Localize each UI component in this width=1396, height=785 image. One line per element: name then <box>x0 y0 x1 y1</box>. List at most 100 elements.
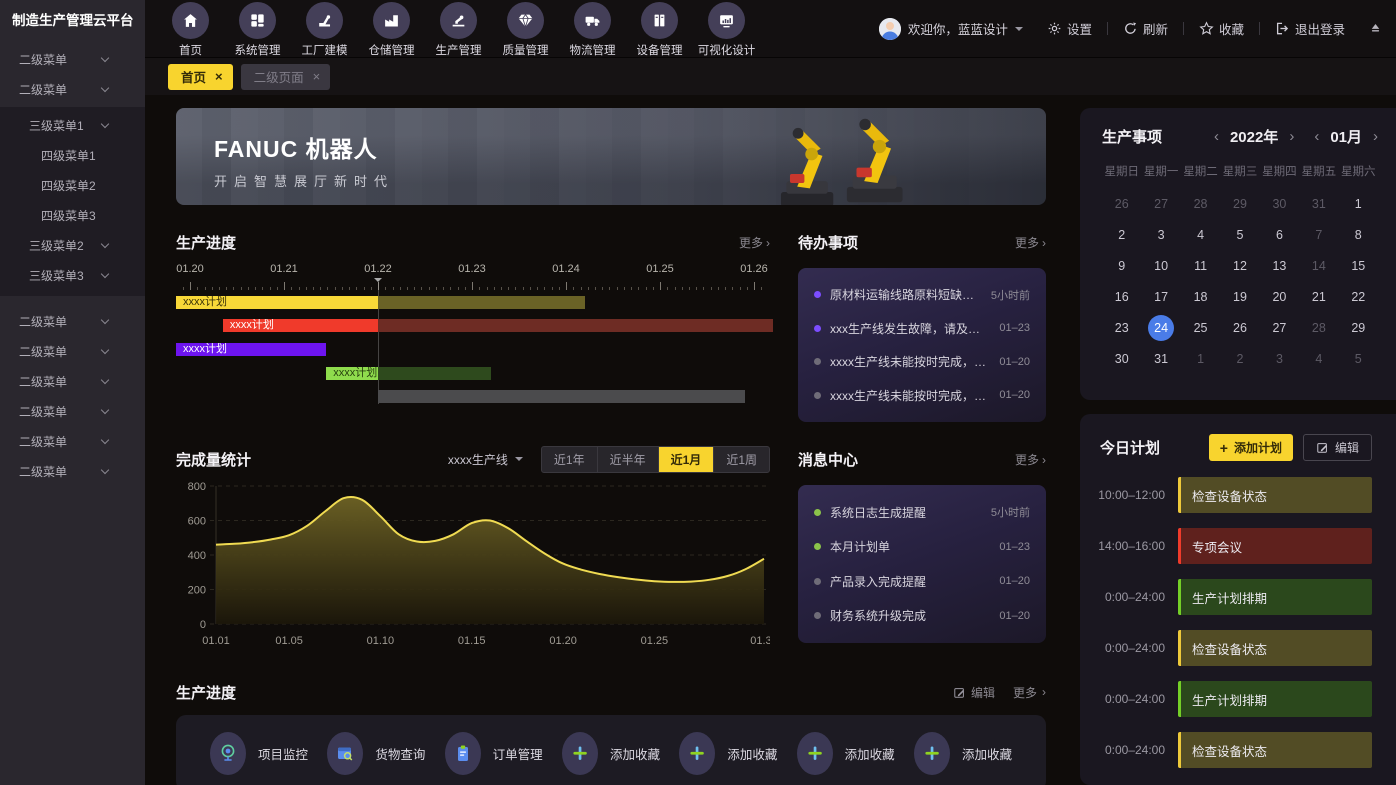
gantt-bar-active[interactable]: xxxx计划 <box>176 343 326 356</box>
calendar-day[interactable]: 8 <box>1339 219 1378 250</box>
calendar-day[interactable]: 4 <box>1299 343 1338 374</box>
shortcut-3[interactable]: 添加收藏 <box>562 732 660 775</box>
nav-item-warehouse[interactable]: 仓储管理 <box>358 0 425 58</box>
sidebar-item-5[interactable]: 四级菜单3 <box>0 200 145 230</box>
nav-item-production[interactable]: 生产管理 <box>425 0 492 58</box>
calendar-day[interactable]: 16 <box>1102 281 1141 312</box>
close-icon[interactable]: × <box>215 70 223 83</box>
calendar-day[interactable]: 1 <box>1339 188 1378 219</box>
calendar-day[interactable]: 6 <box>1260 219 1299 250</box>
sidebar-item-10[interactable]: 二级菜单 <box>0 366 145 396</box>
calendar-day[interactable]: 9 <box>1102 250 1141 281</box>
calendar-day[interactable]: 22 <box>1339 281 1378 312</box>
sidebar-item-13[interactable]: 二级菜单 <box>0 456 145 486</box>
calendar-day-selected[interactable]: 24 <box>1141 312 1180 343</box>
gantt-bar-active[interactable]: xxxx计划 <box>326 367 378 380</box>
calendar-day[interactable]: 4 <box>1181 219 1220 250</box>
calendar-day[interactable]: 2 <box>1220 343 1259 374</box>
messages-more-link[interactable]: 更多› <box>1015 451 1046 468</box>
calendar-day[interactable]: 15 <box>1339 250 1378 281</box>
prev-month-icon[interactable]: ‹ <box>1314 129 1319 144</box>
settings-button[interactable]: 设置 <box>1047 19 1092 38</box>
close-icon[interactable]: × <box>313 70 321 83</box>
calendar-day[interactable]: 5 <box>1339 343 1378 374</box>
refresh-button[interactable]: 刷新 <box>1123 19 1168 38</box>
todo-more-link[interactable]: 更多› <box>1015 234 1046 251</box>
list-item[interactable]: xxx生产线发生故障，请及时处理01–23 <box>814 320 1030 337</box>
tab-secondary[interactable]: 二级页面× <box>241 64 331 90</box>
calendar-day[interactable]: 13 <box>1260 250 1299 281</box>
calendar-day[interactable]: 7 <box>1299 219 1338 250</box>
calendar-day[interactable]: 28 <box>1181 188 1220 219</box>
calendar-day[interactable]: 23 <box>1102 312 1141 343</box>
calendar-day[interactable]: 29 <box>1220 188 1259 219</box>
plan-item[interactable]: 生产计划排期 <box>1178 579 1372 615</box>
range-tab-1[interactable]: 近半年 <box>597 447 658 472</box>
gantt-more-link[interactable]: 更多› <box>739 234 770 251</box>
plan-item[interactable]: 专项会议 <box>1178 528 1372 564</box>
calendar-day[interactable]: 1 <box>1181 343 1220 374</box>
calendar-day[interactable]: 17 <box>1141 281 1180 312</box>
list-item[interactable]: 本月计划单01–23 <box>814 538 1030 555</box>
list-item[interactable]: 财务系统升级完成01–20 <box>814 607 1030 624</box>
gantt-bar-remaining[interactable] <box>378 319 773 332</box>
shortcuts-more-link[interactable]: 更多› <box>1013 684 1046 701</box>
calendar-day[interactable]: 31 <box>1141 343 1180 374</box>
banner[interactable]: FANUC 机器人 开启智慧展厅新时代 <box>176 108 1046 205</box>
next-month-icon[interactable]: › <box>1373 129 1378 144</box>
nav-item-factory-model[interactable]: 工厂建模 <box>291 0 358 58</box>
nav-item-visual-design-monitor[interactable]: 可视化设计 <box>693 0 760 58</box>
list-item[interactable]: 产品录入完成提醒01–20 <box>814 573 1030 590</box>
production-line-dropdown[interactable]: xxxx生产线 <box>448 451 523 468</box>
plan-item[interactable]: 生产计划排期 <box>1178 681 1372 717</box>
plan-item[interactable]: 检查设备状态 <box>1178 630 1372 666</box>
shortcut-6[interactable]: 添加收藏 <box>914 732 1012 775</box>
shortcut-4[interactable]: 添加收藏 <box>679 732 777 775</box>
calendar-day[interactable]: 26 <box>1102 188 1141 219</box>
gantt-bar-active[interactable]: xxxx计划 <box>223 319 378 332</box>
calendar-day[interactable]: 11 <box>1181 250 1220 281</box>
sidebar-item-12[interactable]: 二级菜单 <box>0 426 145 456</box>
range-tab-2[interactable]: 近1月 <box>658 447 714 472</box>
sidebar-item-1[interactable]: 二级菜单 <box>0 74 145 104</box>
sidebar-item-6[interactable]: 三级菜单2 <box>0 230 145 260</box>
calendar-day[interactable]: 10 <box>1141 250 1180 281</box>
nav-item-equipment-cabinet[interactable]: 设备管理 <box>626 0 693 58</box>
gantt-bar-remaining[interactable] <box>378 296 585 309</box>
list-item[interactable]: xxxx生产线未能按时完成，请补...01–20 <box>814 353 1030 370</box>
user-menu[interactable]: 欢迎你，蓝蓝设计 <box>879 18 1023 40</box>
calendar-day[interactable]: 3 <box>1260 343 1299 374</box>
shortcut-0[interactable]: 项目监控 <box>210 732 308 775</box>
calendar-day[interactable]: 28 <box>1299 312 1338 343</box>
shortcut-1[interactable]: 货物查询 <box>327 732 425 775</box>
plan-item[interactable]: 检查设备状态 <box>1178 477 1372 513</box>
favorite-button[interactable]: 收藏 <box>1199 19 1244 38</box>
calendar-day[interactable]: 21 <box>1299 281 1338 312</box>
calendar-day[interactable]: 18 <box>1181 281 1220 312</box>
nav-item-logistics-truck[interactable]: 物流管理 <box>559 0 626 58</box>
calendar-day[interactable]: 12 <box>1220 250 1259 281</box>
sidebar-item-3[interactable]: 四级菜单1 <box>0 140 145 170</box>
calendar-day[interactable]: 14 <box>1299 250 1338 281</box>
tab-home[interactable]: 首页× <box>168 64 233 90</box>
nav-item-home[interactable]: 首页 <box>157 0 224 58</box>
calendar-day[interactable]: 3 <box>1141 219 1180 250</box>
range-tab-3[interactable]: 近1周 <box>713 447 769 472</box>
calendar-day[interactable]: 5 <box>1220 219 1259 250</box>
list-item[interactable]: 系统日志生成提醒5小时前 <box>814 504 1030 521</box>
shortcut-2[interactable]: 订单管理 <box>445 732 543 775</box>
logout-button[interactable]: 退出登录 <box>1275 19 1345 38</box>
calendar-day[interactable]: 30 <box>1102 343 1141 374</box>
sidebar-item-7[interactable]: 三级菜单3 <box>0 260 145 290</box>
list-item[interactable]: 原材料运输线路原料短缺，请及...5小时前 <box>814 286 1030 303</box>
sidebar-item-0[interactable]: 二级菜单 <box>0 44 145 74</box>
nav-item-modules[interactable]: 系统管理 <box>224 0 291 58</box>
nav-item-quality-diamond[interactable]: 质量管理 <box>492 0 559 58</box>
range-tab-0[interactable]: 近1年 <box>542 447 597 472</box>
calendar-day[interactable]: 31 <box>1299 188 1338 219</box>
sidebar-item-11[interactable]: 二级菜单 <box>0 396 145 426</box>
calendar-day[interactable]: 30 <box>1260 188 1299 219</box>
sidebar-item-4[interactable]: 四级菜单2 <box>0 170 145 200</box>
calendar-day[interactable]: 27 <box>1141 188 1180 219</box>
add-plan-button[interactable]: +添加计划 <box>1209 434 1293 461</box>
